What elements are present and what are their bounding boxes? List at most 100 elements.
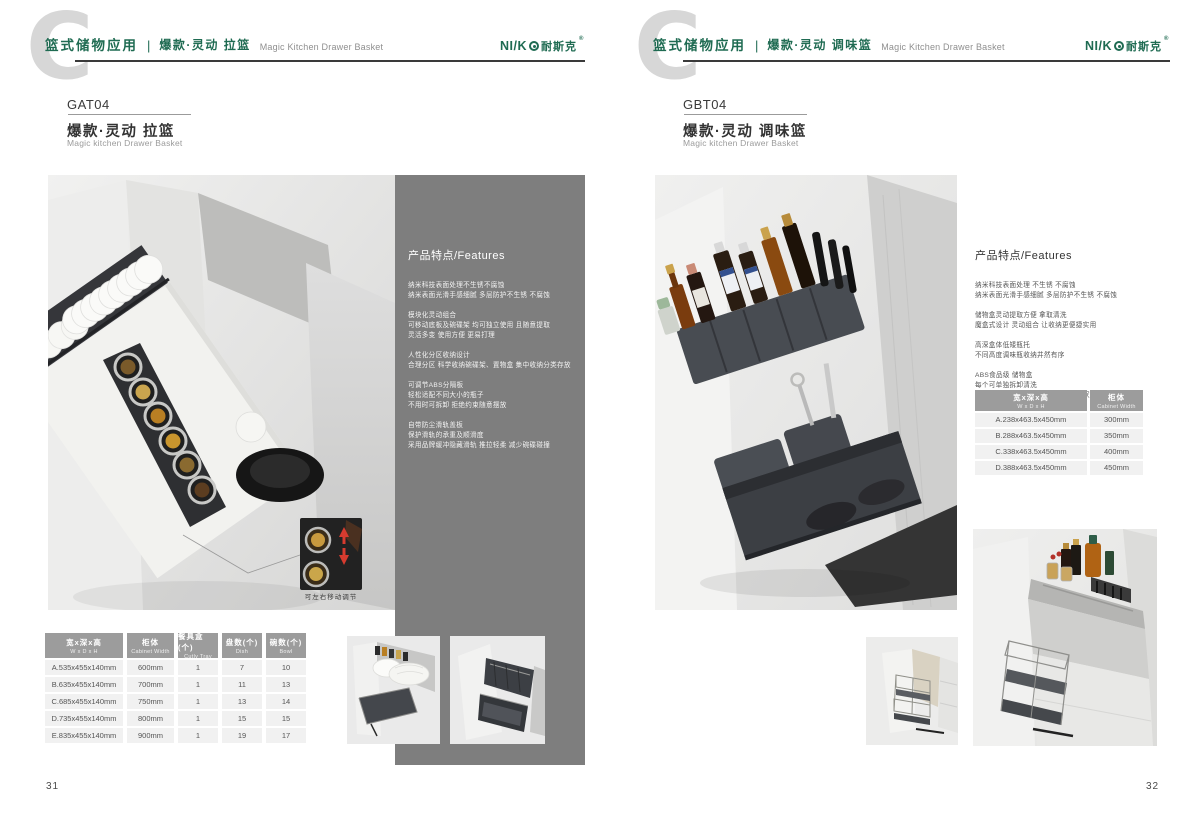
table-cell: 13: [266, 677, 306, 692]
table-cell: 1: [178, 728, 218, 743]
table-cell: 14: [266, 694, 306, 709]
header-en: W x D x H: [70, 649, 97, 655]
header-en: Dish: [236, 649, 248, 655]
page-header-right: 篮式储物应用 | 爆款·灵动 调味篮 Magic Kitchen Drawer …: [653, 34, 1005, 54]
header-cn: 餐具盒(个): [178, 631, 218, 653]
table-cell: 1: [178, 694, 218, 709]
product-name-en: Magic kitchen Drawer Basket: [683, 138, 798, 148]
feature-line: 储物盒灵动提取方便 拿取清洗: [975, 311, 1170, 321]
table-header-cell: 宽x深x高W x D x H: [975, 390, 1087, 411]
header-en: Bowl: [279, 649, 292, 655]
header-title-cn: 爆款·灵动 拉篮: [159, 36, 250, 54]
table-cell: 450mm: [1090, 461, 1143, 475]
table-cell: 19: [222, 728, 262, 743]
registered-mark: ®: [579, 36, 583, 42]
feature-line: 保护滑轨的承重及顺滑度: [408, 431, 576, 441]
feature-line: ABS食品级 储物盒: [975, 371, 1170, 381]
thumb-photo-plates-drawer: [347, 636, 440, 744]
table-cell: 350mm: [1090, 429, 1143, 443]
catalog-spread: C 篮式储物应用 | 爆款·灵动 拉篮 Magic Kitchen Drawer…: [0, 0, 1200, 820]
table-cell: A.535x455x140mm: [45, 660, 123, 675]
feature-line: 可移动底板及碗碟架 均可独立使用 且随意提取: [408, 321, 576, 331]
table-cell: D.735x455x140mm: [45, 711, 123, 726]
features-title: 产品特点/Features: [975, 247, 1170, 263]
feature-line: 合理分区 科学收纳碗碟架、置物盒 集中收纳分类存放: [408, 361, 576, 371]
feature-line: 高深盒体低矮瓶托: [975, 341, 1170, 351]
logo-o-icon: [529, 41, 539, 51]
feature-line: 纳米表面光滑手感细腻 多层防护不生锈 不腐蚀: [408, 291, 576, 301]
base-shadow: [700, 569, 910, 597]
table-header-cell: 盘数(个)Dish: [222, 633, 262, 658]
table-cell: 15: [266, 711, 306, 726]
features-left: 产品特点/Features 纳米科技表面处理不生锈不腐蚀 纳米表面光滑手感细腻 …: [408, 247, 576, 461]
feature-line: 不同高度调味瓶收纳井然有序: [975, 351, 1170, 361]
page-number: 32: [1146, 781, 1159, 792]
table-cell: A.238x463.5x450mm: [975, 413, 1087, 427]
feature-line: 轻松适配不同大小的瓶子: [408, 391, 576, 401]
feature-line: 模块化灵动组合: [408, 311, 576, 321]
inset-caption: 可左右移动调节: [291, 591, 371, 601]
header-category: 篮式储物应用: [653, 34, 746, 54]
feature-group: 模块化灵动组合 可移动底板及碗碟架 均可独立使用 且随意提取 灵活多变 使用方便…: [408, 311, 576, 341]
logo-text-cn: 耐斯克: [541, 38, 577, 54]
model-code: GBT04: [683, 97, 727, 112]
header-rule: [75, 60, 585, 62]
thumb-photo-double-basket: [450, 636, 545, 744]
table-cell: D.388x463.5x450mm: [975, 461, 1087, 475]
header-title-en: Magic Kitchen Drawer Basket: [881, 42, 1004, 54]
spec-table-gbt04: 宽x深x高W x D x H 柜体Cabinet Width A.238x463…: [975, 390, 1143, 475]
features-title: 产品特点/Features: [408, 247, 576, 263]
header-cn: 柜体: [1108, 392, 1125, 403]
table-cell: C.338x463.5x450mm: [975, 445, 1087, 459]
header-cn: 宽x深x高: [66, 637, 102, 648]
table-cell: 10: [266, 660, 306, 675]
table-cell: 300mm: [1090, 413, 1143, 427]
feature-line: 魔盒式设计 灵动组合 让收纳更便捷实用: [975, 321, 1170, 331]
table-cell: 1: [178, 660, 218, 675]
feature-group: 储物盒灵动提取方便 拿取清洗 魔盒式设计 灵动组合 让收纳更便捷实用: [975, 311, 1170, 331]
header-divider: |: [147, 38, 150, 54]
table-cell: 17: [266, 728, 306, 743]
feature-line: 采用品牌缓冲隐藏滑轨 推拉轻柔 减少碗碟碰撞: [408, 441, 576, 451]
table-header-cell: 餐具盒(个)Cutly Tray: [178, 633, 218, 658]
feature-line: 人性化分区收纳设计: [408, 351, 576, 361]
feature-group: 人性化分区收纳设计 合理分区 科学收纳碗碟架、置物盒 集中收纳分类存放: [408, 351, 576, 371]
header-en: Cutly Tray: [184, 654, 212, 660]
table-cell: 400mm: [1090, 445, 1143, 459]
table-cell: 800mm: [127, 711, 174, 726]
feature-group: 可调节ABS分隔板 轻松适配不同大小的瓶子 不用时可拆卸 拒绝约束随意摆放: [408, 381, 576, 411]
feature-group: 高深盒体低矮瓶托 不同高度调味瓶收纳井然有序: [975, 341, 1170, 361]
table-header-cell: 碗数(个)Bowl: [266, 633, 306, 658]
table-cell: 15: [222, 711, 262, 726]
feature-line: 可调节ABS分隔板: [408, 381, 576, 391]
detail-inset: [300, 518, 362, 590]
table-header-cell: 柜体Cabinet Width: [1090, 390, 1143, 411]
table-cell: 7: [222, 660, 262, 675]
logo-o-icon: [1114, 41, 1124, 51]
logo-text-en: NI/K: [1085, 39, 1112, 53]
header-cn: 盘数(个): [226, 637, 259, 648]
table-cell: C.685x455x140mm: [45, 694, 123, 709]
table-cell: 700mm: [127, 677, 174, 692]
model-underline: [684, 114, 807, 115]
table-header-cell: 宽x深x高W x D x H: [45, 633, 123, 658]
header-rule: [683, 60, 1170, 62]
header-en: Cabinet Width: [1097, 404, 1135, 410]
header-title-cn: 爆款·灵动 调味篮: [767, 36, 872, 54]
table-cell: 750mm: [127, 694, 174, 709]
table-cell: B.635x455x140mm: [45, 677, 123, 692]
header-en: W x D x H: [1017, 404, 1044, 410]
page-number: 31: [46, 781, 59, 792]
feature-group: 自带防尘滑轨盖板 保护滑轨的承重及顺滑度 采用品牌缓冲隐藏滑轨 推拉轻柔 减少碗…: [408, 421, 576, 451]
header-en: Cabinet Width: [131, 649, 169, 655]
table-cell: E.835x455x140mm: [45, 728, 123, 743]
table-cell: 1: [178, 711, 218, 726]
nisko-logo: NI/K 耐斯克 ®: [500, 38, 583, 54]
feature-line: 纳米表面光滑手感细腻 多层防护不生锈 不腐蚀: [975, 291, 1170, 301]
features-right: 产品特点/Features 纳米科技表面处理 不生锈 不腐蚀 纳米表面光滑手感细…: [975, 247, 1170, 411]
header-cn: 柜体: [142, 637, 159, 648]
table-header-cell: 柜体Cabinet Width: [127, 633, 174, 658]
feature-line: 纳米科技表面处理不生锈不腐蚀: [408, 281, 576, 291]
spec-table-gat04: 宽x深x高W x D x H 柜体Cabinet Width 餐具盒(个)Cut…: [45, 633, 306, 743]
table-cell: 600mm: [127, 660, 174, 675]
